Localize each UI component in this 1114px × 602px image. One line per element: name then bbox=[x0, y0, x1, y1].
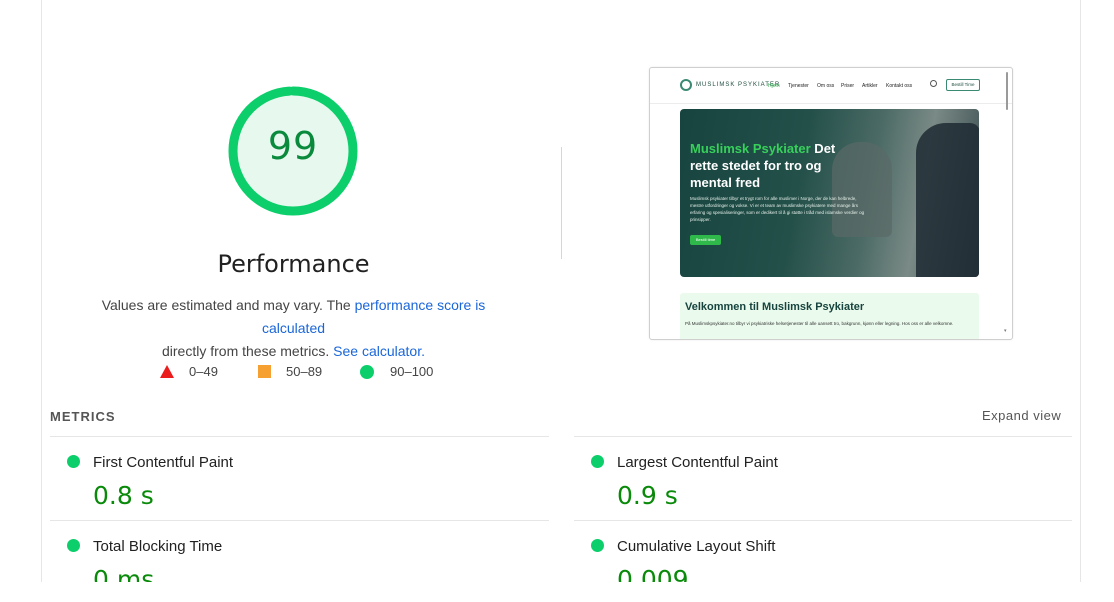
section-divider bbox=[561, 147, 562, 259]
metric-value: 0.8 s bbox=[93, 481, 154, 510]
pass-circle-icon bbox=[591, 539, 604, 552]
pass-circle-icon bbox=[591, 455, 604, 468]
thumb-hero: Muslimsk Psykiater Det rette stedet for … bbox=[680, 109, 979, 277]
thumb-welcome-card: Velkommen til Muslimsk Psykiater På Musl… bbox=[680, 293, 979, 339]
expand-view-toggle[interactable]: Expand view bbox=[982, 408, 1061, 423]
thumb-card-title: Velkommen til Muslimsk Psykiater bbox=[685, 301, 865, 313]
thumb-nav-link: Priser bbox=[841, 83, 855, 89]
thumb-nav-link: Kontakt oss bbox=[886, 83, 913, 89]
lighthouse-report: 99 Performance Values are estimated and … bbox=[41, 0, 1081, 582]
metric-value: 0.9 s bbox=[617, 481, 678, 510]
pass-circle-icon bbox=[67, 539, 80, 552]
thumb-card-text: På Muslimskpsykiater.no tilbyr vi psykia… bbox=[685, 321, 954, 326]
see-calculator-link[interactable]: See calculator. bbox=[333, 343, 425, 359]
thumb-hero-title: Muslimsk Psykiater Det rette stedet for … bbox=[690, 140, 850, 191]
thumb-scrollbar bbox=[1006, 72, 1008, 110]
thumb-nav-link: Artikler bbox=[862, 83, 878, 89]
leaf-logo-icon bbox=[680, 79, 692, 91]
triangle-icon bbox=[160, 365, 174, 378]
search-icon bbox=[930, 80, 937, 87]
pass-circle-icon bbox=[67, 455, 80, 468]
metric-first-contentful-paint: First Contentful Paint 0.8 s bbox=[50, 437, 530, 521]
thumb-hero-body: Muslimsk psykiater tilbyr et trygt rom f… bbox=[690, 196, 865, 222]
performance-score: 99 bbox=[267, 124, 319, 168]
metric-total-blocking-time: Total Blocking Time 0 ms bbox=[50, 521, 530, 582]
legend-fail-label: 0–49 bbox=[189, 364, 218, 379]
thumb-nav-link: Tjenester bbox=[788, 83, 809, 89]
metrics-heading: METRICS bbox=[50, 409, 116, 424]
metric-title: First Contentful Paint bbox=[93, 454, 234, 471]
metric-title: Cumulative Layout Shift bbox=[617, 538, 776, 555]
metric-value: 0 ms bbox=[93, 565, 155, 582]
score-description: Values are estimated and may vary. The p… bbox=[72, 294, 515, 363]
description-middle: directly from these metrics. bbox=[162, 343, 330, 359]
metric-largest-contentful-paint: Largest Contentful Paint 0.9 s bbox=[574, 437, 1054, 521]
description-prefix: Values are estimated and may vary. The bbox=[101, 297, 355, 313]
metric-cumulative-layout-shift: Cumulative Layout Shift 0.009 bbox=[574, 521, 1054, 582]
legend-pass-label: 90–100 bbox=[390, 364, 434, 379]
thumb-nav: MUSLIMSK PSYKIATER Hjem Tjenester Om oss… bbox=[650, 68, 1012, 104]
square-icon bbox=[258, 365, 271, 378]
final-screenshot-thumbnail[interactable]: MUSLIMSK PSYKIATER Hjem Tjenester Om oss… bbox=[649, 67, 1013, 340]
circle-icon bbox=[360, 365, 374, 379]
legend-average-label: 50–89 bbox=[286, 364, 323, 379]
metric-title: Total Blocking Time bbox=[93, 538, 223, 555]
hero-person-image bbox=[916, 123, 979, 277]
scroll-down-arrow-icon: ▾ bbox=[1004, 328, 1007, 334]
thumb-nav-link: Hjem bbox=[768, 83, 780, 89]
thumb-nav-link: Om oss bbox=[817, 83, 835, 89]
hero-title-highlight: Muslimsk Psykiater bbox=[690, 141, 811, 156]
metric-value: 0.009 bbox=[617, 565, 689, 582]
thumb-book-button: Bestill Time bbox=[946, 79, 980, 91]
performance-gauge: 99 bbox=[227, 81, 359, 221]
gauge-title: Performance bbox=[217, 250, 370, 278]
thumb-hero-button: Bestill time bbox=[690, 235, 721, 245]
metric-title: Largest Contentful Paint bbox=[617, 454, 778, 471]
